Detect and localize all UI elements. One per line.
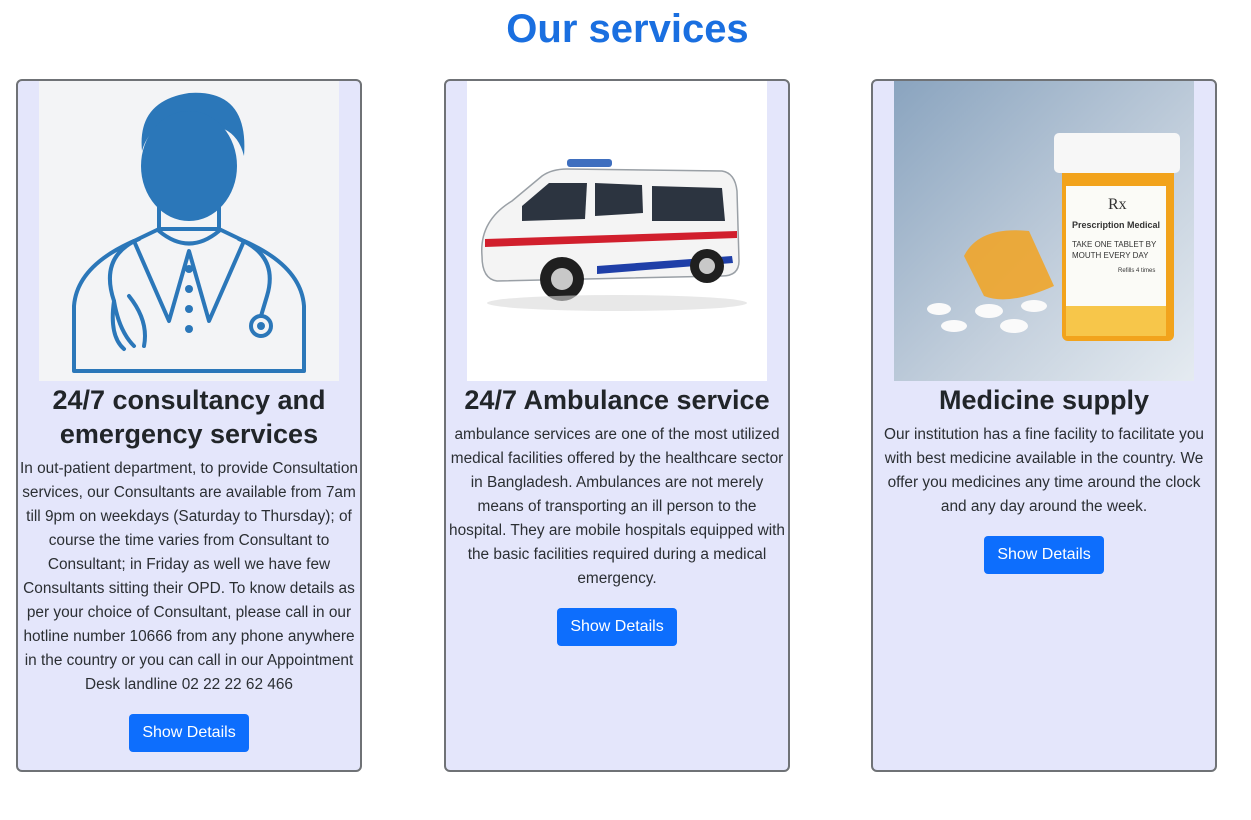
rx-label: Rx bbox=[1108, 196, 1127, 213]
service-description: Our institution has a fine facility to f… bbox=[884, 426, 1204, 515]
dosage-line-1: TAKE ONE TABLET BY bbox=[1072, 240, 1157, 249]
refills-line: Refills 4 times bbox=[1118, 268, 1155, 274]
doctor-illustration-image bbox=[39, 81, 339, 381]
show-details-button[interactable]: Show Details bbox=[557, 608, 677, 646]
service-description: ambulance services are one of the most u… bbox=[449, 426, 785, 587]
service-card-consultancy: 24/7 consultancy and emergency services … bbox=[16, 79, 362, 772]
service-title: Medicine supply bbox=[938, 385, 1150, 415]
service-card-ambulance: 24/7 Ambulance service ambulance service… bbox=[444, 79, 790, 772]
show-details-button[interactable]: Show Details bbox=[984, 536, 1104, 574]
service-title: 24/7 Ambulance service bbox=[464, 385, 770, 415]
page-title: Our services bbox=[506, 7, 749, 51]
prescription-label: Prescription Medical bbox=[1072, 220, 1160, 230]
service-title: 24/7 consultancy and emergency services bbox=[52, 385, 326, 449]
service-card-medicine: Rx Prescription Medical TAKE ONE TABLET … bbox=[871, 79, 1217, 772]
show-details-button[interactable]: Show Details bbox=[129, 714, 249, 752]
service-description: In out-patient department, to provide Co… bbox=[20, 460, 358, 693]
dosage-line-2: MOUTH EVERY DAY bbox=[1072, 251, 1149, 260]
medicine-bottle-image: Rx Prescription Medical TAKE ONE TABLET … bbox=[894, 81, 1194, 381]
ambulance-image bbox=[467, 81, 767, 381]
